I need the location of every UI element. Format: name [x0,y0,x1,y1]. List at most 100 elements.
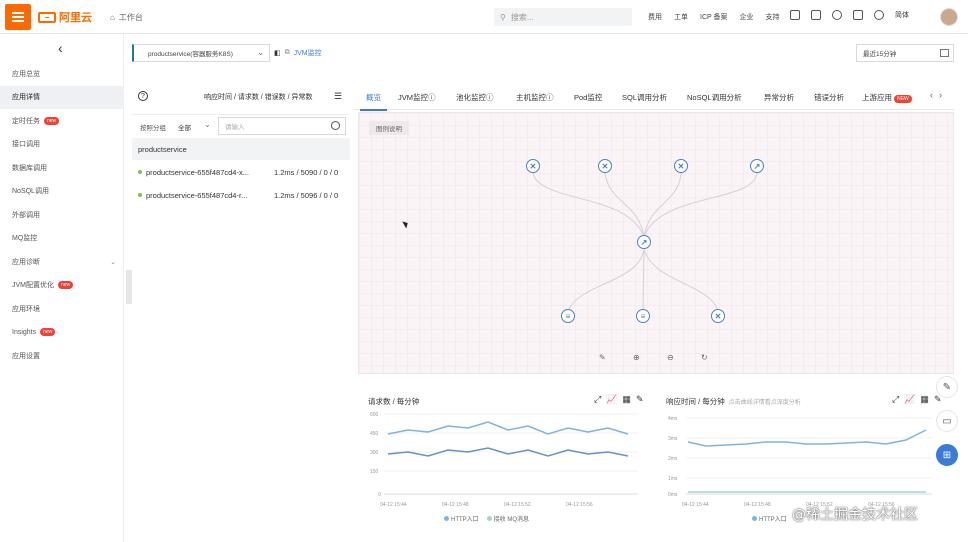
instance-metric: 1.2ms / 5090 / 0 / 0 [274,167,339,177]
top-link-support[interactable]: 支持 [766,12,780,22]
tab-label: 池化监控 [456,93,486,102]
calendar-icon[interactable]: ▦ [622,394,631,405]
sidebar-item-scheduled-tasks[interactable]: 定时任务 new [0,109,124,133]
sidebar-item-app-overview[interactable]: 应用总览 [0,62,124,86]
sidebar-item-insights[interactable]: Insights new [0,321,124,345]
workbench-link[interactable]: ⌂ 工作台 [110,12,143,23]
back-chevron-icon[interactable]: ‹ [58,40,63,56]
y-tick: 3ms [668,436,678,442]
notification-icon[interactable] [832,10,842,20]
sidebar-item-label: 数据库调用 [12,164,47,172]
sidebar-item-jvm-config[interactable]: JVM配置优化 new [0,274,124,298]
sidebar-item-mq-monitor[interactable]: MQ监控 [0,227,124,251]
top-link-ticket[interactable]: 工单 [674,12,688,22]
service-select[interactable]: productservice(容器服务K8S) ⌄ [132,44,270,62]
service-icon[interactable]: ⊞ [936,444,958,466]
zoom-in-icon[interactable]: ⊕ [633,353,640,362]
top-link-fee[interactable]: 费用 [648,12,662,22]
chart-title: 响应时间 / 每分钟 点击曲线详情看点深度分析 [666,396,801,407]
y-tick: 0 [378,492,381,498]
time-range-select[interactable]: 最近15分钟 [856,44,954,62]
metric-columns: 响应时间 / 请求数 / 错误数 / 异常数 [204,94,313,101]
sidebar-item-app-details[interactable]: 应用详情 [0,85,124,109]
calendar-icon[interactable]: ▦ [920,394,929,405]
tab-sql[interactable]: SQL调用分析 [622,92,667,103]
help-icon[interactable] [874,10,884,20]
expand-icon[interactable]: ⤢ [594,394,601,405]
menu-icon[interactable] [5,4,31,30]
y-tick: 450 [370,431,379,437]
service-row[interactable]: productservice [132,138,350,160]
new-badge: new [44,116,60,125]
response-time-chart[interactable]: 4ms 3ms 2ms 1ms 0ms 04-12 15:44 04-12 15… [656,408,948,518]
sidebar-item-api-calls[interactable]: 接口调用 [0,133,124,157]
line-chart-icon[interactable]: 📈 [606,394,617,405]
zoom-out-icon[interactable]: ⊖ [667,353,674,362]
aliyun-logo[interactable]: 阿里云 [38,10,92,24]
tab-overview[interactable]: 概览 [360,92,387,111]
chevron-right-icon[interactable]: › [939,90,942,100]
help-icon[interactable]: ? [138,91,148,101]
expand-icon[interactable]: ⤢ [892,394,899,405]
top-link-icp[interactable]: ICP 备案 [700,12,728,22]
legend-item-mq[interactable]: 接收 MQ消息 [486,514,529,523]
y-tick: 150 [370,469,379,475]
sidebar-item-app-env[interactable]: 应用环境 [0,297,124,321]
language-switch[interactable]: 简体 [895,10,909,20]
message-icon[interactable] [811,10,821,20]
requests-chart[interactable]: 600 450 300 150 0 04-12 15:44 04-12 15:4… [358,408,650,518]
cart-icon[interactable] [853,10,863,20]
tab-pool[interactable]: 池化监控ⓘ [456,92,494,103]
feedback-icon[interactable]: ▭ [936,410,958,432]
sidebar-item-nosql-calls[interactable]: NoSQL调用 [0,180,124,204]
top-link-enterprise[interactable]: 企业 [740,12,754,22]
upstream-node-1[interactable]: ✕ [526,159,540,173]
edit-icon[interactable]: ✎ [936,376,958,398]
chevron-left-icon[interactable]: ‹ [930,90,933,100]
chart-tools: ⤢ 📈 ▦ ✎ [594,394,643,405]
terminal-icon[interactable] [790,10,800,20]
legend-item-http[interactable]: HTTP入口 [752,514,787,523]
upstream-node-4[interactable]: ↗ [750,159,764,173]
column-settings-icon[interactable]: ☰ [334,91,342,102]
downstream-node-2[interactable]: ≡ [636,309,650,323]
topology-edges [532,172,758,312]
upstream-node-3[interactable]: ✕ [674,159,688,173]
global-search-input[interactable]: ⚲ 搜索... [494,8,632,26]
tab-exceptions[interactable]: 异常分析 [764,92,794,103]
jvm-monitor-link[interactable]: ◧ ⧉ JVM监控 [274,48,322,58]
group-select[interactable]: 全部 [178,122,191,132]
tab-label: JVM监控 [398,93,428,102]
tab-pod[interactable]: Pod监控 [574,92,602,103]
tab-nosql[interactable]: NoSQL调用分析 [687,92,742,103]
sidebar-item-db-calls[interactable]: 数据库调用 [0,156,124,180]
sidebar-item-external-calls[interactable]: 外部调用 [0,203,124,227]
edit-icon[interactable]: ✎ [599,353,606,362]
chart-title-text: 请求数 / 每分钟 [368,397,420,406]
instance-row[interactable]: productservice-655f487cd4-x... 1.2ms / 5… [132,161,350,183]
series-http[interactable] [387,421,629,435]
calendar-icon [940,49,949,57]
upstream-node-2[interactable]: ✕ [598,159,612,173]
legend-item-http[interactable]: HTTP入口 [444,514,479,523]
downstream-node-3[interactable]: ✕ [711,309,725,323]
productservice-node[interactable]: ↗ [637,235,651,249]
sidebar-item-app-diagnosis[interactable]: 应用诊断 ⌄ [0,250,124,274]
tab-host[interactable]: 主机监控ⓘ [516,92,554,103]
topology-canvas[interactable]: 图例说明 ✕ ✕ ✕ ↗ ↗ ≡ ≡ ✕ ✎ ⊕ ⊖ ↻ [358,112,954,374]
pin-icon[interactable]: ✎ [636,394,644,405]
search-placeholder: 搜索... [510,12,534,22]
refresh-icon[interactable]: ↻ [701,353,708,362]
tab-errors[interactable]: 错误分析 [814,92,844,103]
watermark: @稀土掘金技术社区 [792,507,918,523]
sidebar-item-app-settings[interactable]: 应用设置 [0,344,124,368]
avatar[interactable] [940,8,958,26]
instance-row[interactable]: productservice-655f487cd4-r... 1.2ms / 5… [132,184,350,206]
tab-upstream[interactable]: 上游应用 NEW [862,92,912,103]
tab-jvm[interactable]: JVM监控ⓘ [398,92,436,103]
downstream-node-1[interactable]: ≡ [561,309,575,323]
y-tick: 1ms [668,476,678,482]
top-icons: 简体 [790,10,909,20]
instance-search-input[interactable]: 请输入 [218,117,346,135]
line-chart-icon[interactable]: 📈 [904,394,915,405]
